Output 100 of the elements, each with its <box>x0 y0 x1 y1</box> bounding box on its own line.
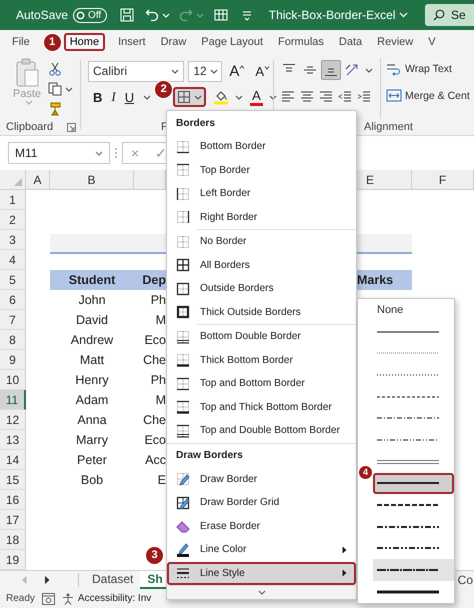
row-header[interactable]: 17 <box>0 510 26 530</box>
row-header[interactable]: 14 <box>0 450 26 470</box>
chevron-down-icon[interactable] <box>399 12 408 18</box>
row-header[interactable]: 19 <box>0 550 26 570</box>
ribbon-tab[interactable]: Review <box>375 34 416 50</box>
next-sheet-icon[interactable] <box>45 576 50 584</box>
font-size-field[interactable]: 12 <box>188 60 222 82</box>
column-header[interactable]: E <box>357 170 412 190</box>
caret-icon[interactable] <box>210 68 218 74</box>
row-header[interactable]: 5 <box>0 270 26 290</box>
ribbon-tab[interactable]: Formulas <box>276 34 326 50</box>
caret-icon[interactable] <box>365 68 373 72</box>
row-header[interactable]: 4 <box>0 250 26 270</box>
menu-item[interactable]: Top and Thick Bottom Border <box>167 396 356 419</box>
caret-icon[interactable] <box>95 150 103 156</box>
menu-item[interactable]: Line Style <box>167 562 356 585</box>
row-header[interactable]: 8 <box>0 330 26 350</box>
increase-indent-icon[interactable] <box>357 90 371 103</box>
dialog-launcher-icon[interactable] <box>67 122 76 132</box>
column-header[interactable]: A <box>26 170 50 190</box>
grow-font-button[interactable]: A <box>226 62 248 80</box>
menu-item[interactable]: Line Color <box>167 538 356 562</box>
document-title[interactable]: Thick-Box-Border-Excel <box>268 8 396 22</box>
drag-handle-icon[interactable] <box>114 147 118 159</box>
menu-item[interactable]: Thick Outside Borders <box>167 300 356 324</box>
customize-toolbar-icon[interactable] <box>242 9 252 21</box>
align-right-icon[interactable] <box>319 90 333 103</box>
row-header[interactable]: 10 <box>0 370 26 390</box>
row-header[interactable]: 3 <box>0 230 26 250</box>
menu-item[interactable]: Bottom Border <box>167 135 356 158</box>
menu-item[interactable]: Top and Double Bottom Border <box>167 419 356 442</box>
macro-record-icon[interactable] <box>42 592 55 604</box>
menu-item[interactable]: Erase Border <box>167 514 356 538</box>
line-style-option[interactable]: None <box>373 299 454 321</box>
menu-item[interactable]: Draw Border <box>167 468 356 491</box>
row-header[interactable]: 6 <box>0 290 26 310</box>
caret-icon[interactable] <box>65 86 73 92</box>
fill-color-icon[interactable] <box>213 89 230 105</box>
row-header[interactable]: 11 <box>0 390 26 410</box>
scroll-down-icon[interactable] <box>258 590 266 595</box>
borders-button[interactable] <box>173 87 206 107</box>
column-header[interactable]: B <box>50 170 134 190</box>
ribbon-tab[interactable]: Data <box>336 34 364 50</box>
wrap-text-button[interactable]: Wrap Text <box>386 62 470 76</box>
accessibility-icon[interactable] <box>62 592 74 604</box>
menu-item[interactable]: Top Border <box>167 158 356 182</box>
menu-item[interactable]: Left Border <box>167 182 356 206</box>
underline-button[interactable]: U <box>122 88 138 106</box>
italic-button[interactable]: I <box>108 88 119 106</box>
menu-item[interactable]: Right Border <box>167 206 356 229</box>
search-field[interactable]: Se <box>425 4 474 26</box>
menu-item[interactable]: Bottom Double Border <box>167 325 356 348</box>
caret-icon[interactable] <box>171 68 180 74</box>
row-header[interactable]: 12 <box>0 410 26 430</box>
ribbon-tab[interactable]: V <box>426 34 438 50</box>
ribbon-tab[interactable]: Home <box>64 33 106 51</box>
row-header[interactable]: 2 <box>0 210 26 230</box>
row-header[interactable]: 13 <box>0 430 26 450</box>
menu-item[interactable]: No Border <box>167 230 356 254</box>
row-header[interactable]: 16 <box>0 490 26 510</box>
copy-icon[interactable] <box>48 82 62 96</box>
bold-button[interactable]: B <box>90 88 106 106</box>
name-box[interactable]: M11 <box>8 142 110 164</box>
line-style-option[interactable] <box>373 472 454 494</box>
paintbrush-icon[interactable] <box>48 102 62 116</box>
accessibility-status[interactable]: Accessibility: Inv <box>78 593 152 604</box>
menu-item[interactable]: All Borders <box>167 254 356 277</box>
ribbon-tab[interactable]: File <box>10 34 32 50</box>
menu-item[interactable]: Outside Borders <box>167 277 356 300</box>
font-name-field[interactable]: Calibri <box>88 60 184 82</box>
caret-icon[interactable] <box>194 94 202 100</box>
menu-item[interactable]: Draw Border Grid <box>167 491 356 514</box>
table-icon[interactable] <box>214 8 228 22</box>
decrease-indent-icon[interactable] <box>338 90 352 103</box>
row-header[interactable]: 7 <box>0 310 26 330</box>
sheet-tab[interactable]: Co <box>458 573 474 587</box>
shrink-font-button[interactable]: A <box>252 62 273 80</box>
align-left-icon[interactable] <box>281 90 295 103</box>
menu-item[interactable]: Top and Bottom Border <box>167 372 356 396</box>
font-color-button[interactable]: A <box>250 88 263 106</box>
scissors-icon[interactable] <box>48 62 62 76</box>
ribbon-tab[interactable]: Insert <box>116 34 148 50</box>
autosave-toggle[interactable]: Off <box>73 8 108 22</box>
undo-icon[interactable] <box>145 8 160 22</box>
caret-icon[interactable] <box>235 94 244 100</box>
column-header[interactable]: F <box>412 170 474 190</box>
sheet-tab[interactable]: Dataset <box>85 571 140 589</box>
save-icon[interactable] <box>120 8 134 22</box>
row-header[interactable]: 9 <box>0 350 26 370</box>
ribbon-tab[interactable]: Draw <box>158 34 188 50</box>
row-header[interactable]: 18 <box>0 530 26 550</box>
align-bottom-button[interactable] <box>321 60 341 80</box>
row-header[interactable]: 15 <box>0 470 26 490</box>
menu-item[interactable]: Thick Bottom Border <box>167 348 356 372</box>
merge-center-button[interactable]: Merge & Cent <box>386 88 470 103</box>
caret-icon[interactable] <box>143 94 152 100</box>
line-style-option[interactable] <box>373 559 454 581</box>
row-header[interactable]: 1 <box>0 190 26 210</box>
align-center-icon[interactable] <box>300 90 314 103</box>
ribbon-tab[interactable]: Page Layout <box>199 34 266 50</box>
